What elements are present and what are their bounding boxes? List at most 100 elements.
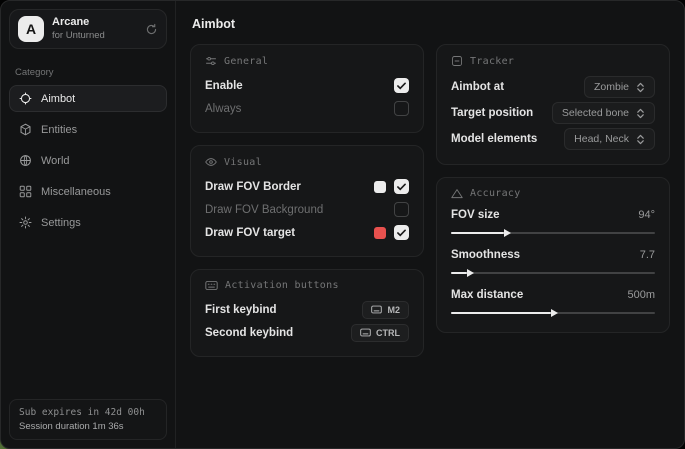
slider-label: Smoothness: [451, 249, 520, 261]
sidebar-item-label: Aimbot: [41, 93, 75, 105]
setting-label: Enable: [205, 80, 243, 92]
sub-expiry-text: Sub expires in 42d 00h: [19, 407, 157, 418]
crosshair-icon: [19, 92, 32, 105]
accuracy-panel: Accuracy FOV size 94°: [436, 177, 670, 333]
smoothness-slider[interactable]: [451, 267, 655, 278]
gear-icon: [19, 216, 32, 229]
subscription-status-card: Sub expires in 42d 00h Session duration …: [9, 399, 167, 440]
aimbot-at-select[interactable]: Zombie: [584, 76, 655, 98]
category-label: Category: [15, 67, 161, 78]
setting-label: Draw FOV target: [205, 227, 295, 239]
setting-label: First keybind: [205, 304, 277, 316]
visual-panel: Visual Draw FOV Border: [190, 145, 424, 257]
setting-row-target-position: Target position Selected bone: [451, 100, 655, 126]
sidebar-nav: Aimbot Entities World: [1, 85, 175, 236]
keybind-value: M2: [387, 305, 400, 315]
check-icon: [397, 82, 406, 90]
model-elements-select[interactable]: Head, Neck: [564, 128, 655, 150]
keyboard-icon: [371, 305, 382, 314]
panel-title: Activation buttons: [225, 280, 339, 291]
sidebar: A Arcane for Unturned Category Aimbot: [1, 1, 176, 448]
setting-row-second-keybind: Second keybind CTRL: [205, 321, 409, 344]
sidebar-item-miscellaneous[interactable]: Miscellaneous: [9, 178, 167, 205]
check-icon: [397, 229, 406, 237]
second-keybind-button[interactable]: CTRL: [351, 324, 409, 342]
setting-label: Draw FOV Background: [205, 204, 323, 216]
select-value: Head, Neck: [574, 133, 629, 145]
slider-value: 94°: [638, 209, 655, 221]
setting-row-first-keybind: First keybind M2: [205, 298, 409, 321]
slider-thumb[interactable]: [504, 229, 511, 237]
sidebar-item-aimbot[interactable]: Aimbot: [9, 85, 167, 112]
check-icon: [397, 183, 406, 191]
fov-border-checkbox[interactable]: [394, 179, 409, 194]
slider-track: [451, 272, 655, 274]
scan-icon: [451, 55, 463, 67]
sidebar-item-label: Settings: [41, 217, 81, 229]
setting-row-model-elements: Model elements Head, Neck: [451, 126, 655, 152]
fov-background-checkbox[interactable]: [394, 202, 409, 217]
setting-row-fov-target: Draw FOV target: [205, 221, 409, 244]
app-screen: A Arcane for Unturned Category Aimbot: [0, 0, 685, 449]
smoothness-group: Smoothness 7.7: [451, 246, 655, 278]
panel-title: Visual: [224, 157, 262, 168]
sidebar-item-label: Miscellaneous: [41, 186, 111, 198]
always-checkbox[interactable]: [394, 101, 409, 116]
setting-label: Draw FOV Border: [205, 181, 301, 193]
fov-border-color-swatch[interactable]: [374, 181, 386, 193]
select-value: Zombie: [594, 81, 629, 93]
slider-label: FOV size: [451, 209, 500, 221]
slider-fill: [451, 232, 504, 234]
first-keybind-button[interactable]: M2: [362, 301, 409, 319]
setting-row-aimbot-at: Aimbot at Zombie: [451, 74, 655, 100]
setting-label: Target position: [451, 107, 533, 119]
tracker-panel: Tracker Aimbot at Zombie: [436, 44, 670, 165]
fov-size-group: FOV size 94°: [451, 206, 655, 238]
sidebar-item-entities[interactable]: Entities: [9, 116, 167, 143]
brand-name: Arcane: [52, 16, 105, 30]
brand-card: A Arcane for Unturned: [9, 9, 167, 49]
session-duration-text: Session duration 1m 36s: [19, 421, 157, 432]
target-position-select[interactable]: Selected bone: [552, 102, 655, 124]
setting-row-always: Always: [205, 97, 409, 120]
sidebar-item-label: World: [41, 155, 70, 167]
page-title: Aimbot: [192, 17, 670, 31]
sidebar-item-label: Entities: [41, 124, 77, 136]
select-value: Selected bone: [562, 107, 629, 119]
slider-thumb[interactable]: [467, 269, 474, 277]
brand-subtitle: for Unturned: [52, 30, 105, 42]
setting-label: Always: [205, 103, 241, 115]
panel-title: Accuracy: [470, 188, 521, 199]
setting-row-fov-border: Draw FOV Border: [205, 175, 409, 198]
globe-icon: [19, 154, 32, 167]
activation-panel: Activation buttons First keybind M2: [190, 269, 424, 357]
slider-fill: [451, 312, 551, 314]
slider-fill: [451, 272, 467, 274]
setting-row-enable: Enable: [205, 74, 409, 97]
fov-size-slider[interactable]: [451, 227, 655, 238]
fov-target-color-swatch[interactable]: [374, 227, 386, 239]
keyboard-icon: [360, 328, 371, 337]
max-distance-group: Max distance 500m: [451, 286, 655, 318]
setting-row-fov-background: Draw FOV Background: [205, 198, 409, 221]
enable-checkbox[interactable]: [394, 78, 409, 93]
setting-label: Second keybind: [205, 327, 293, 339]
max-distance-slider[interactable]: [451, 307, 655, 318]
main-content: Aimbot General Enable: [176, 1, 684, 448]
slider-thumb[interactable]: [551, 309, 558, 317]
fov-target-checkbox[interactable]: [394, 225, 409, 240]
sidebar-item-world[interactable]: World: [9, 147, 167, 174]
setting-label: Model elements: [451, 133, 537, 145]
slider-value: 7.7: [640, 249, 655, 261]
slider-value: 500m: [627, 289, 655, 301]
panel-title: General: [224, 56, 268, 67]
eye-icon: [205, 156, 217, 168]
general-panel: General Enable Always: [190, 44, 424, 133]
slider-label: Max distance: [451, 289, 523, 301]
keybind-value: CTRL: [376, 328, 400, 338]
entities-icon: [19, 123, 32, 136]
chevrons-up-down-icon: [636, 108, 645, 119]
refresh-icon[interactable]: [145, 23, 158, 36]
sidebar-item-settings[interactable]: Settings: [9, 209, 167, 236]
sliders-icon: [205, 55, 217, 67]
